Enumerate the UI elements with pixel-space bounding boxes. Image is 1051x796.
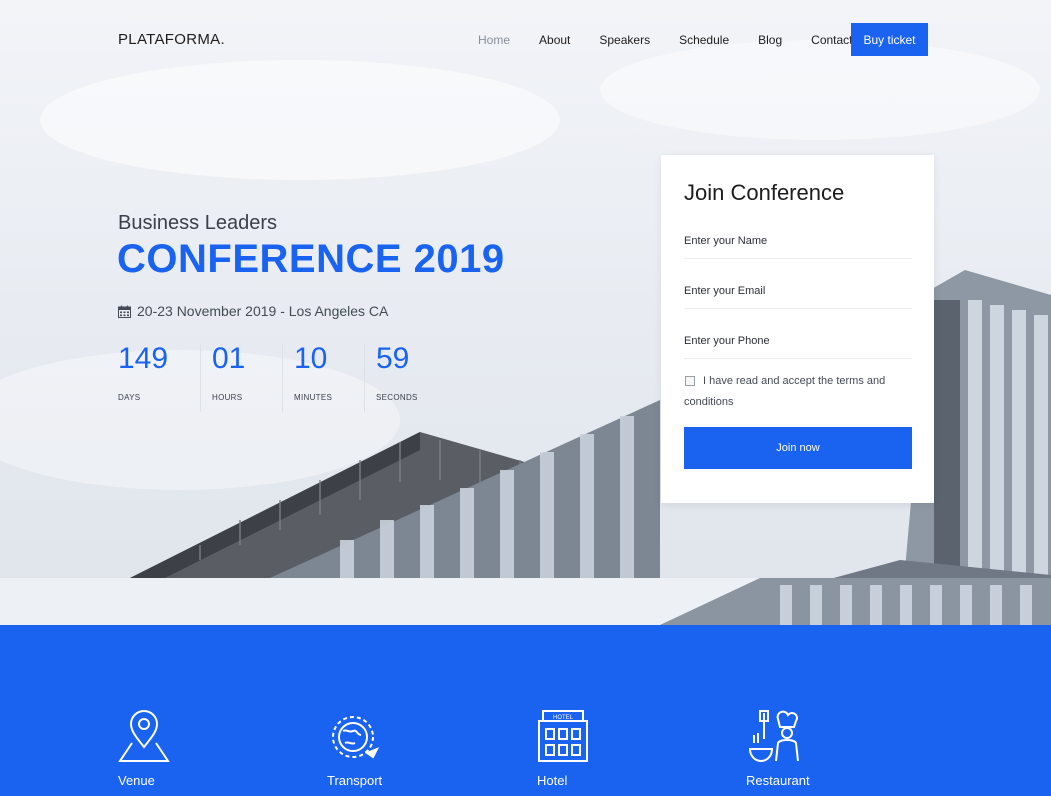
terms-row: I have read and accept the terms and con… xyxy=(684,371,912,413)
calendar-icon xyxy=(118,305,131,318)
countdown-label: SECONDS xyxy=(376,393,418,402)
countdown-timer: 149 DAYS 01 HOURS 10 MINUTES 59 SECONDS xyxy=(118,342,446,412)
terms-checkbox[interactable] xyxy=(685,376,695,387)
main-nav: Home About Speakers Schedule Blog Contac… xyxy=(478,33,853,47)
globe-plane-icon xyxy=(332,716,380,759)
event-date-location: 20-23 November 2019 - Los Angeles CA xyxy=(118,303,388,319)
countdown-value: 59 xyxy=(376,342,410,375)
brand-logo[interactable]: PLATAFORMA. xyxy=(118,31,225,48)
nav-item-home[interactable]: Home xyxy=(478,33,510,47)
chef-icon xyxy=(748,710,799,763)
countdown-seconds: 59 SECONDS xyxy=(364,342,446,412)
feature-label: Restaurant xyxy=(746,773,810,788)
feature-transport[interactable]: Transport xyxy=(327,709,382,788)
nav-item-schedule[interactable]: Schedule xyxy=(679,33,729,47)
hotel-sign-text: HOTEL xyxy=(553,715,574,721)
countdown-value: 149 xyxy=(118,342,169,375)
terms-label: I have read and accept the terms and con… xyxy=(684,375,886,408)
hero-section: PLATAFORMA. Home About Speakers Schedule… xyxy=(0,0,1051,625)
phone-field[interactable] xyxy=(684,332,912,359)
countdown-divider xyxy=(200,344,201,412)
feature-label: Venue xyxy=(118,773,155,788)
feature-venue[interactable]: Venue xyxy=(118,709,170,788)
countdown-label: MINUTES xyxy=(294,393,333,402)
feature-label: Transport xyxy=(327,773,383,788)
hotel-icon: HOTEL xyxy=(538,710,588,762)
feature-label: Hotel xyxy=(537,773,568,788)
nav-item-about[interactable]: About xyxy=(539,33,570,47)
join-conference-form: Join Conference I have read and accept t… xyxy=(661,155,934,503)
countdown-hours: 01 HOURS xyxy=(200,342,282,412)
countdown-divider xyxy=(282,344,283,412)
nav-item-speakers[interactable]: Speakers xyxy=(599,33,650,47)
countdown-label: HOURS xyxy=(212,393,243,402)
event-date-text: 20-23 November 2019 - Los Angeles CA xyxy=(137,303,389,319)
nav-item-contact[interactable]: Contact xyxy=(811,33,852,47)
hero-title: CONFERENCE 2019 xyxy=(117,237,505,281)
countdown-divider xyxy=(364,344,365,412)
nav-item-blog[interactable]: Blog xyxy=(758,33,782,47)
hero-subtitle: Business Leaders xyxy=(118,212,277,234)
features-band: Venue Transport HOTEL Hotel Restaurant xyxy=(0,625,1051,796)
countdown-value: 01 xyxy=(212,342,246,375)
countdown-minutes: 10 MINUTES xyxy=(282,342,364,412)
name-field[interactable] xyxy=(684,232,912,259)
map-pin-icon xyxy=(118,710,170,762)
feature-restaurant[interactable]: Restaurant xyxy=(746,709,810,788)
feature-hotel[interactable]: HOTEL Hotel xyxy=(537,709,589,788)
join-now-button[interactable]: Join now xyxy=(684,427,912,469)
form-title: Join Conference xyxy=(684,180,845,205)
countdown-value: 10 xyxy=(294,342,328,375)
email-field[interactable] xyxy=(684,282,912,309)
buy-ticket-button[interactable]: Buy ticket xyxy=(851,23,928,56)
countdown-days: 149 DAYS xyxy=(118,342,200,403)
countdown-label: DAYS xyxy=(118,393,141,402)
